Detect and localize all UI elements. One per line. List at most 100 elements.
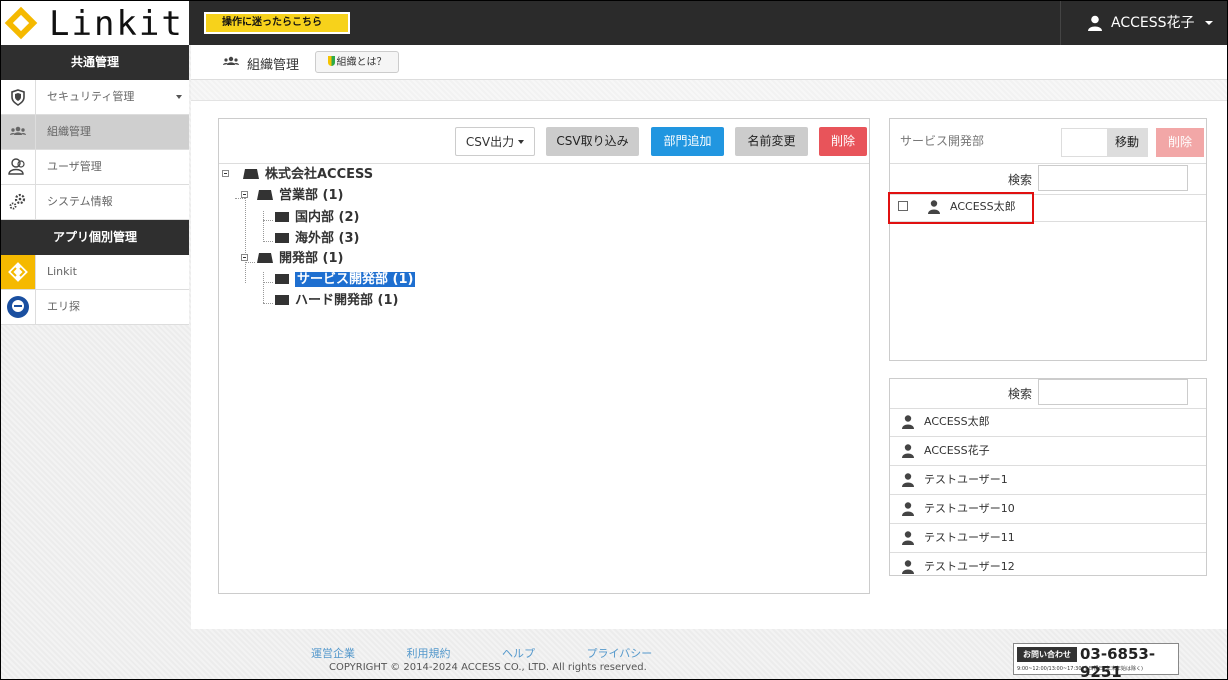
tree-node-root[interactable]: 株式会社ACCESS [243, 165, 373, 185]
rename-button[interactable]: 名前変更 [735, 127, 808, 156]
tree-node[interactable]: ハード開発部 (1) [275, 291, 398, 311]
folder-icon [275, 233, 289, 243]
highlight-box [888, 192, 1034, 224]
tree-node[interactable]: 開発部 (1) [257, 249, 343, 269]
tree-node[interactable]: 営業部 (1) [257, 186, 343, 206]
org-tree-panel: CSV出力 CSV取り込み 部門追加 名前変更 削除 株式会社ACCESS 営業… [218, 118, 870, 594]
user-icon [902, 415, 914, 429]
sidebar-header-common: 共通管理 [1, 45, 189, 80]
what-is-organization-button[interactable]: 組織とは？ [315, 51, 399, 73]
tree-node-label: 開発部 (1) [279, 251, 344, 266]
tree-node-label: 国内部 (2) [295, 210, 360, 225]
footer-link-privacy[interactable]: プライバシー [587, 647, 653, 660]
help-button[interactable]: 操作に迷ったらこちら [204, 12, 350, 34]
group-icon [223, 56, 239, 65]
phone-number: 03-6853-9251 [1080, 645, 1156, 680]
tree-connector [235, 198, 245, 199]
app-window: Linkit 操作に迷ったらこちら ACCESS花子 共通管理 セキュリティ管理… [0, 0, 1228, 680]
user-search-input[interactable] [1038, 379, 1188, 405]
user-menu[interactable]: ACCESS花子 [1060, 1, 1227, 45]
selected-department-name: サービス開発部 [900, 134, 985, 148]
linkit-icon [1, 255, 36, 289]
header-stripe [191, 80, 1227, 101]
user-icon [902, 473, 914, 487]
sidebar-item-label: エリ探 [47, 300, 80, 313]
sidebar-item-organization[interactable]: 組織管理 [1, 115, 189, 150]
collapse-toggle[interactable] [241, 191, 248, 198]
user-name: ACCESS太郎 [924, 415, 990, 428]
folder-icon [275, 295, 289, 305]
sidebar-item-linkit[interactable]: Linkit [1, 255, 189, 290]
sidebar-item-label: Linkit [47, 265, 77, 278]
footer-link-company[interactable]: 運営企業 [311, 647, 355, 660]
tree-connector [263, 220, 273, 221]
top-bar: Linkit 操作に迷ったらこちら ACCESS花子 [1, 1, 1227, 45]
tree-connector [263, 241, 273, 242]
csv-export-button[interactable]: CSV出力 [455, 127, 535, 156]
contact-phone-banner[interactable]: お問い合わせ 03-6853-9251 9:00~12:00/13:00~17:… [1013, 643, 1179, 679]
user-row[interactable]: テストユーザー1 [890, 466, 1206, 495]
sidebar: 共通管理 セキュリティ管理 組織管理 ユーザ管理 システム情報 アプリ個別管理 … [1, 45, 189, 325]
beginner-mark-icon [327, 56, 335, 66]
move-button[interactable]: 移動 [1107, 129, 1147, 156]
footer-link-help[interactable]: ヘルプ [502, 647, 535, 660]
tree-node-label: 営業部 (1) [279, 188, 344, 203]
user-icon [902, 502, 914, 516]
logo[interactable]: Linkit [1, 1, 189, 45]
user-name: ACCESS花子 [924, 444, 990, 457]
user-name: テストユーザー1 [924, 473, 1008, 486]
users-icon [1, 150, 36, 184]
user-name: ACCESS花子 [1111, 15, 1195, 31]
tree-connector [263, 272, 264, 303]
user-row[interactable]: テストユーザー10 [890, 495, 1206, 524]
tree-connector [245, 191, 246, 283]
footer-link-terms[interactable]: 利用規約 [407, 647, 451, 660]
user-row[interactable]: テストユーザー12 [890, 553, 1206, 575]
erisagashi-icon [1, 290, 36, 324]
sidebar-item-label: システム情報 [47, 195, 113, 208]
collapse-toggle[interactable] [222, 170, 229, 177]
sidebar-item-users[interactable]: ユーザ管理 [1, 150, 189, 185]
group-icon [1, 115, 36, 149]
add-department-button[interactable]: 部門追加 [651, 127, 724, 156]
tree-node[interactable]: 国内部 (2) [275, 208, 359, 228]
member-search-input[interactable] [1038, 165, 1188, 191]
main-content: 組織管理 組織とは？ CSV出力 CSV取り込み 部門追加 名前変更 削除 株式… [191, 45, 1227, 629]
folder-open-icon [257, 253, 273, 263]
sidebar-item-system[interactable]: システム情報 [1, 185, 189, 220]
user-name: テストユーザー10 [924, 502, 1015, 515]
folder-icon [275, 274, 289, 284]
copyright: COPYRIGHT © 2014-2024 ACCESS CO., LTD. A… [329, 662, 647, 673]
move-control: 移動 [1061, 128, 1148, 157]
member-row[interactable]: ACCESS太郎 [888, 192, 1206, 224]
user-name: テストユーザー12 [924, 560, 1015, 573]
sidebar-header-apps: アプリ個別管理 [1, 220, 189, 255]
folder-open-icon [243, 169, 259, 179]
tree-connector [263, 282, 273, 283]
chevron-down-icon [176, 95, 182, 99]
tree-node-selected[interactable]: サービス開発部 (1) [275, 270, 416, 290]
user-row[interactable]: ACCESS花子 [890, 437, 1206, 466]
chevron-down-icon [518, 140, 525, 144]
member-delete-button[interactable]: 削除 [1156, 128, 1204, 157]
sidebar-item-erisagashi[interactable]: エリ探 [1, 290, 189, 325]
org-tree: 株式会社ACCESS 営業部 (1) 国内部 (2) 海外部 (3) 開発部 (… [219, 163, 869, 463]
tree-node-label: ハード開発部 (1) [295, 293, 399, 308]
csv-import-button[interactable]: CSV取り込み [546, 127, 639, 156]
tree-node-label: 海外部 (3) [295, 231, 360, 246]
user-row[interactable]: ACCESS太郎 [890, 408, 1206, 437]
tree-connector [245, 262, 255, 263]
user-name: テストユーザー11 [924, 531, 1015, 544]
member-search-row: 検索 [890, 163, 1206, 195]
user-row[interactable]: テストユーザー11 [890, 524, 1206, 553]
user-icon [902, 531, 914, 545]
sidebar-item-label: セキュリティ管理 [47, 90, 135, 103]
delete-button[interactable]: 削除 [819, 127, 867, 156]
tree-connector [263, 303, 273, 304]
tree-node[interactable]: 海外部 (3) [275, 229, 359, 249]
collapse-toggle[interactable] [241, 254, 248, 261]
what-is-organization-label: 組織とは？ [336, 57, 387, 68]
footer: 運営企業 利用規約 ヘルプ プライバシー COPYRIGHT © 2014-20… [191, 629, 1227, 679]
page-title: 組織管理 [247, 58, 300, 73]
sidebar-item-security[interactable]: セキュリティ管理 [1, 80, 189, 115]
